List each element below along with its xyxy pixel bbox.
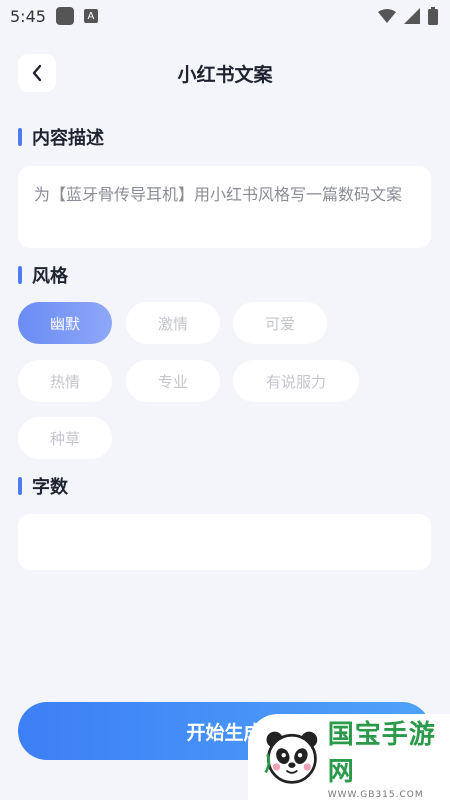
style-option-professional[interactable]: 专业 (126, 360, 220, 402)
watermark: 国宝手游网 WWW.GB315.COM (248, 714, 450, 800)
status-time: 5:45 (10, 6, 46, 26)
notification-icon (55, 7, 74, 25)
style-option-label: 可爱 (264, 314, 295, 333)
word-count-section-title: 字数 (18, 473, 68, 499)
panda-logo-icon (264, 731, 318, 784)
style-option-persuasive[interactable]: 有说服力 (233, 360, 359, 402)
style-option-label: 热情 (49, 372, 80, 391)
style-option-enthusiastic[interactable]: 热情 (18, 360, 112, 402)
style-option-label: 幽默 (49, 314, 80, 333)
style-option-humor[interactable]: 幽默 (18, 302, 112, 344)
section-accent-bar (18, 477, 22, 495)
style-option-recommend[interactable]: 种草 (18, 417, 112, 459)
style-option-label: 激情 (157, 314, 188, 333)
description-input[interactable]: 为【蓝牙骨传导耳机】用小红书风格写一篇数码文案 (18, 166, 431, 248)
word-count-input[interactable] (18, 514, 431, 570)
battery-icon (428, 7, 438, 25)
status-bar: 5:45 A (0, 0, 450, 32)
style-option-label: 种草 (49, 429, 80, 448)
a-icon: A (83, 9, 98, 23)
status-icons (378, 7, 438, 25)
content-section-label: 内容描述 (32, 128, 104, 149)
style-section-title: 风格 (18, 262, 68, 288)
header: 小红书文案 (0, 50, 450, 96)
watermark-brand: 国宝手游网 (327, 720, 436, 787)
content-section-title: 内容描述 (18, 124, 104, 150)
description-text: 为【蓝牙骨传导耳机】用小红书风格写一篇数码文案 (34, 185, 403, 204)
watermark-url: WWW.GB315.COM (327, 790, 424, 800)
wifi-icon (378, 9, 396, 23)
signal-icon (404, 8, 420, 24)
word-count-section-label: 字数 (32, 477, 68, 498)
watermark-text: 国宝手游网 WWW.GB315.COM (328, 714, 450, 800)
style-option-label: 有说服力 (265, 372, 326, 391)
page-title: 小红书文案 (177, 64, 273, 86)
section-accent-bar (18, 128, 22, 146)
style-option-passion[interactable]: 激情 (126, 302, 220, 344)
section-accent-bar (18, 266, 22, 284)
style-section-label: 风格 (32, 266, 68, 287)
style-option-label: 专业 (157, 372, 188, 391)
style-option-cute[interactable]: 可爱 (233, 302, 327, 344)
